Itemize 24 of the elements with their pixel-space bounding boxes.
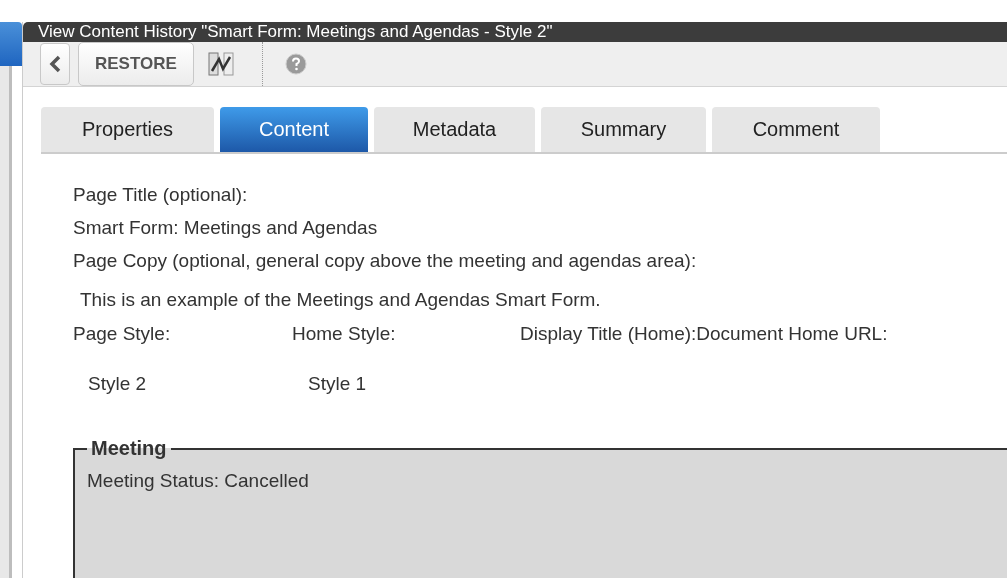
tab[interactable]: Properties (41, 107, 214, 152)
tab[interactable]: Comment (712, 107, 880, 152)
field-label: Smart Form: Meetings and Agendas (73, 217, 379, 240)
panel-title: Meeting (90, 437, 168, 460)
field-label: Home Style: (292, 323, 397, 346)
field-value: Style 2 (88, 373, 148, 396)
window-header (0, 22, 22, 66)
field-label: Page Copy (optional, general copy above the meeting and agendas area): (73, 250, 698, 273)
restore-button[interactable]: RESTORE (78, 42, 194, 86)
back-button[interactable] (40, 43, 70, 85)
chevron-left-icon (49, 55, 61, 73)
status-text: Meeting Status: Cancelled (87, 470, 310, 492)
field-value: Style 1 (308, 373, 367, 396)
field-label: Display Title (Home): (520, 323, 697, 346)
field-value: This is an example of the Meetings and Agendas Smart Form. (79, 288, 602, 312)
tab[interactable]: Metadata (374, 107, 535, 152)
compare-icon[interactable] (207, 51, 234, 77)
help-icon[interactable] (284, 53, 307, 75)
tab[interactable]: Summary (541, 107, 706, 152)
field-label: Page Style: (73, 323, 172, 346)
field-label: Document Home URL: (696, 323, 888, 346)
tab[interactable]: Content (220, 107, 368, 152)
field-label: Page Title (optional): (73, 184, 249, 207)
window-title: View Content History "Smart Form: Meetings and Agendas - Style 2" (23, 22, 1007, 42)
